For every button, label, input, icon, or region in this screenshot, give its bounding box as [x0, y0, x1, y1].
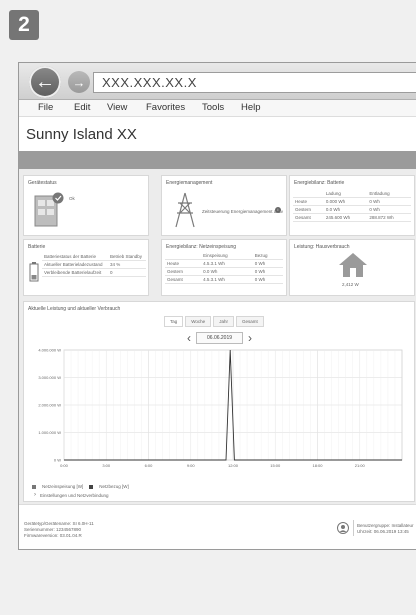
step-badge: 2: [9, 10, 39, 40]
panel-title: Aktuelle Leistung und aktueller Verbrauc…: [28, 306, 121, 312]
footer-time: Uhrzeit: 06.06.2019 13:45: [357, 529, 409, 534]
panel-title: Batterie: [28, 244, 46, 250]
grid-balance-table: Einspeisung Bezug Heute 4.5.3.1 Wh 0 Wh Ges…: [165, 252, 283, 284]
legend-swatch: [32, 484, 36, 489]
menu-help[interactable]: Help: [241, 102, 261, 113]
panel-energy-management: Energiemanagement Zeitsteuerung Energiem…: [161, 175, 287, 236]
panel-grid-balance: Energiebilanz: Netzeinspeisung Einspeisu…: [161, 239, 287, 296]
browser-window: ← → XXX.XXX.XX.X File Edit View Favorite…: [18, 62, 416, 550]
user-icon: [337, 522, 349, 534]
x-tick-label: 18:00: [312, 463, 323, 468]
navigation-bar: [19, 151, 416, 169]
footer-device-type: Gerätetyp/Gerätename: SI 6.0H-11: [24, 521, 94, 526]
footer-user-group: Benutzergruppe: Installateur: [357, 523, 414, 528]
footer-divider: [353, 520, 354, 536]
x-tick-label: 21:00: [355, 463, 366, 468]
battery-table: Batteriestatus der Batterie Betrieb Stand…: [42, 253, 146, 277]
menu-tools[interactable]: Tools: [202, 102, 224, 113]
panel-title: Leistung: Hausverbrauch: [294, 244, 350, 250]
battery-icon: [29, 262, 39, 282]
legend-item: Netzbezug [W]: [99, 484, 129, 489]
house-icon: [339, 253, 367, 277]
status-footer: Gerätetyp/Gerätename: SI 6.0H-11 Serienn…: [19, 504, 416, 549]
arrow-right-icon: →: [72, 74, 86, 90]
app-title: Sunny Island XX: [26, 126, 137, 143]
menu-file[interactable]: File: [38, 102, 53, 113]
arrow-left-icon: ←: [35, 70, 55, 93]
y-tick-label: 1.000.000 W: [38, 430, 61, 435]
table-row: Batteriestatus der Batterie Betrieb Stand…: [42, 253, 146, 261]
energy-management-note: Zeitsteuerung Energiemanagement aktiv: [202, 209, 284, 214]
app-header: Sunny Island XX: [19, 117, 416, 151]
x-tick-label: 0:00: [60, 463, 69, 468]
menu-bar: File Edit View Favorites Tools Help: [19, 100, 416, 117]
battery-balance-table: Ladung Entladung Heute 0.000 Wh 0 Wh Gester…: [293, 190, 411, 222]
table-row: Heute 4.5.3.1 Wh 0 Wh: [165, 259, 283, 268]
info-icon[interactable]: i: [275, 207, 281, 213]
panel-device-status: Gerätestatus Ok: [23, 175, 149, 236]
dashboard: Gerätestatus Ok Energiemanagement Zeitst…: [19, 169, 416, 504]
panel-title: Gerätestatus: [28, 180, 57, 186]
device-status-value: Ok: [69, 196, 75, 201]
panel-power-chart: Aktuelle Leistung und aktueller Verbrauc…: [23, 301, 415, 502]
power-chart: 4.000.000 W 3.000.000 W 2.000.000 W 1.000.0…: [38, 348, 403, 468]
menu-favorites[interactable]: Favorites: [146, 102, 185, 113]
browser-toolbar: ← → XXX.XXX.XX.X: [19, 63, 416, 100]
table-row: Aktueller Batterieladezustand 34 %: [42, 260, 146, 269]
x-tick-label: 9:00: [187, 463, 196, 468]
period-tabs: Tag Woche Jahr Gesamt: [164, 316, 264, 327]
settings-toggle-label: Einstellungen und Netzverbindung: [40, 492, 109, 498]
y-tick-label: 3.000.000 W: [38, 375, 61, 380]
settings-toggle[interactable]: › Einstellungen und Netzverbindung: [34, 492, 109, 498]
legend-swatch: [89, 484, 94, 489]
chart-legend: Netzeinspeisung [W] Netzbezug [W]: [32, 484, 129, 489]
chevron-right-icon: ›: [34, 492, 36, 498]
menu-view[interactable]: View: [107, 102, 127, 113]
footer-firmware: Firmwareversion: 03.01.04.R: [24, 533, 82, 538]
table-row: Gestern 0.0 Wh 0 Wh: [293, 205, 411, 214]
footer-serial: Seriennummer: 1234567890: [24, 527, 82, 532]
power-pylon-icon: [175, 192, 195, 228]
tab-total[interactable]: Gesamt: [235, 316, 264, 327]
table-row: Verbleibende Batterielaufzeit 0: [42, 268, 146, 277]
x-tick-label: 3:00: [102, 463, 111, 468]
x-tick-label: 15:00: [270, 463, 281, 468]
table-row: Heute 0.000 Wh 0 Wh: [293, 197, 411, 206]
legend-item: Netzeinspeisung [W]: [42, 484, 84, 489]
address-bar[interactable]: XXX.XXX.XX.X: [93, 72, 416, 93]
x-tick-label: 6:00: [145, 463, 154, 468]
tab-year[interactable]: Jahr: [213, 316, 234, 327]
house-load-value: 2,412 W: [342, 282, 359, 287]
tab-day[interactable]: Tag: [164, 316, 184, 327]
y-tick-label: 2.000.000 W: [38, 403, 61, 408]
panel-title: Energiebilanz: Batterie: [294, 180, 345, 186]
back-button[interactable]: ←: [29, 66, 61, 98]
table-row: Gestern 0.0 Wh 0 Wh: [165, 267, 283, 276]
device-icon: [34, 192, 64, 227]
panel-battery-balance: Energiebilanz: Batterie Ladung Entladung …: [289, 175, 415, 236]
forward-button[interactable]: →: [68, 71, 90, 93]
x-tick-label: 12:00: [228, 463, 239, 468]
panel-title: Energiebilanz: Netzeinspeisung: [166, 244, 237, 250]
panel-house-load: Leistung: Hausverbrauch 2,412 W: [289, 239, 415, 296]
menu-edit[interactable]: Edit: [74, 102, 90, 113]
panel-title: Energiemanagement: [166, 180, 213, 186]
y-tick-label: 4.000.000 W: [38, 348, 61, 353]
table-row: Gesamt 245.600 Wh 288.872 Wh: [293, 213, 411, 222]
table-row: Gesamt 4.5.3.1 Wh 0 Wh: [165, 275, 283, 284]
tab-week[interactable]: Woche: [185, 316, 212, 327]
y-tick-label: 0 W: [54, 458, 61, 463]
panel-battery: Batterie Batteriestatus der Batterie Betr…: [23, 239, 149, 296]
